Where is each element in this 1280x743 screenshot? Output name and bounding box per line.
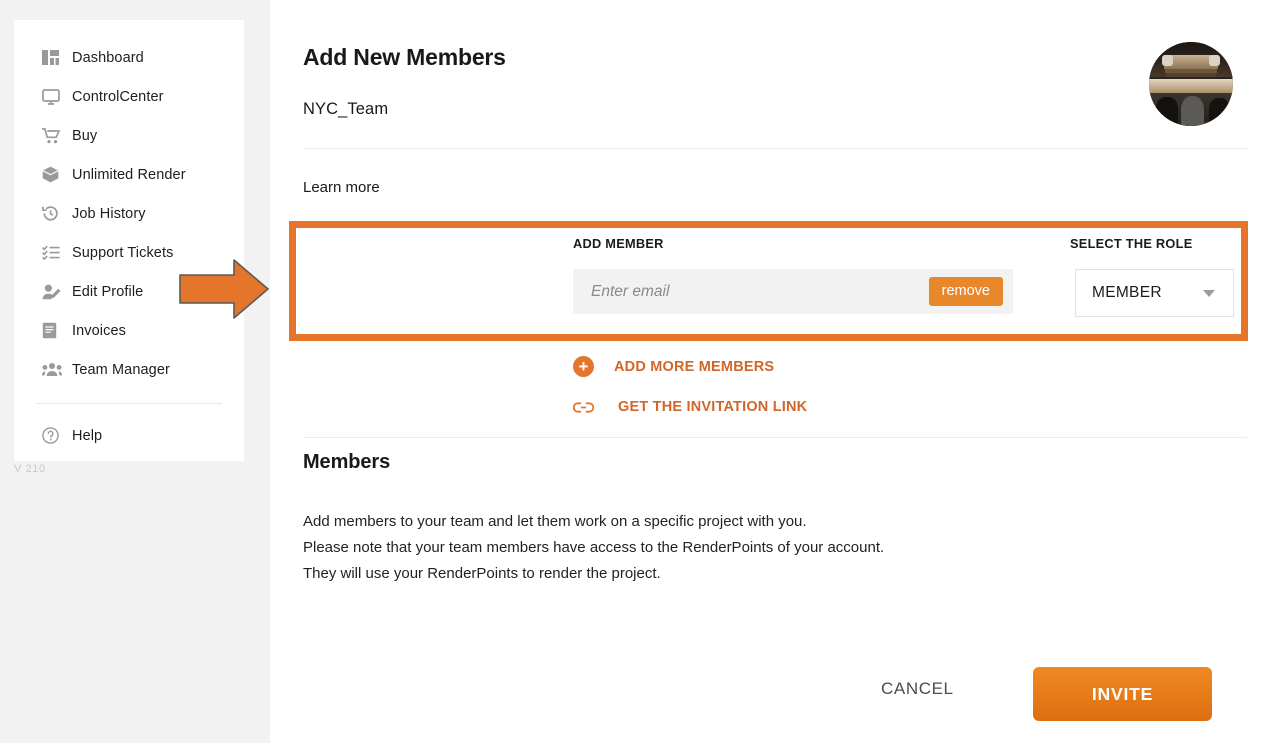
question-circle-icon [42, 427, 72, 444]
page-title: Add New Members [303, 44, 506, 70]
get-invitation-link-label: GET THE INVITATION LINK [618, 399, 808, 415]
cancel-button[interactable]: CANCEL [881, 679, 954, 699]
members-description-line-2: Please note that your team members have … [303, 539, 885, 556]
members-divider [303, 437, 1247, 438]
sidebar-nav-list: Dashboard ControlCenter Buy Unlimited Re… [14, 20, 244, 455]
role-dropdown[interactable]: MEMBER [1075, 269, 1234, 317]
sidebar-item-label: Team Manager [72, 361, 170, 378]
history-icon [42, 205, 72, 222]
user-edit-icon [42, 284, 72, 300]
sidebar-item-job-history[interactable]: Job History [14, 194, 244, 233]
sidebar-item-label: ControlCenter [72, 88, 164, 105]
app-root: Dashboard ControlCenter Buy Unlimited Re… [0, 0, 1280, 743]
sidebar-item-label: Edit Profile [72, 283, 144, 300]
sidebar-item-unlimited-render[interactable]: Unlimited Render [14, 155, 244, 194]
avatar-photo [1149, 42, 1233, 126]
get-invitation-link[interactable]: GET THE INVITATION LINK [573, 399, 807, 415]
add-member-heading: ADD MEMBER [573, 236, 664, 251]
sidebar-item-label: Invoices [72, 322, 126, 339]
plus-circle-icon: + [573, 356, 594, 377]
cart-icon [42, 127, 72, 144]
dashboard-icon [42, 50, 72, 65]
app-version: V 210 [14, 463, 46, 475]
sidebar-item-dashboard[interactable]: Dashboard [14, 38, 244, 77]
arrow-annotation [178, 258, 270, 320]
chain-link-icon [573, 401, 594, 414]
select-role-heading: SELECT THE ROLE [1070, 236, 1193, 251]
members-description-line-1: Add members to your team and let them wo… [303, 513, 807, 530]
sidebar-item-label: Unlimited Render [72, 166, 186, 183]
sidebar-item-controlcenter[interactable]: ControlCenter [14, 77, 244, 116]
monitor-icon [42, 88, 72, 105]
sidebar: Dashboard ControlCenter Buy Unlimited Re… [14, 20, 244, 461]
sidebar-divider [36, 403, 222, 404]
email-input[interactable] [573, 282, 929, 301]
invoice-icon [42, 322, 72, 339]
members-description: Add members to your team and let them wo… [303, 509, 884, 587]
sidebar-item-label: Buy [72, 127, 98, 144]
add-more-members-label: ADD MORE MEMBERS [614, 358, 775, 375]
team-name: NYC_Team [303, 100, 389, 118]
role-selected-value: MEMBER [1092, 284, 1162, 301]
invite-button[interactable]: INVITE [1033, 667, 1212, 721]
email-field-wrapper: remove [573, 269, 1013, 314]
header-divider [303, 148, 1247, 149]
sidebar-item-label: Support Tickets [72, 244, 174, 261]
members-section-title: Members [303, 451, 391, 473]
sidebar-item-label: Help [72, 427, 103, 444]
add-more-members-link[interactable]: + ADD MORE MEMBERS [573, 356, 774, 377]
team-icon [42, 362, 72, 377]
sidebar-item-team-manager[interactable]: Team Manager [14, 350, 244, 389]
sidebar-item-buy[interactable]: Buy [14, 116, 244, 155]
sidebar-item-label: Dashboard [72, 49, 144, 66]
sidebar-item-help[interactable]: Help [14, 416, 244, 455]
sidebar-item-label: Job History [72, 205, 146, 222]
chevron-down-icon [1203, 289, 1215, 297]
main-panel: Add New Members NYC_Team Learn more ADD … [270, 0, 1280, 743]
remove-button[interactable]: remove [928, 277, 1003, 306]
avatar[interactable] [1149, 42, 1233, 126]
learn-more-link[interactable]: Learn more [303, 179, 380, 196]
members-description-line-3: They will use your RenderPoints to rende… [303, 565, 661, 582]
box-icon [42, 166, 72, 183]
list-icon [42, 245, 72, 260]
